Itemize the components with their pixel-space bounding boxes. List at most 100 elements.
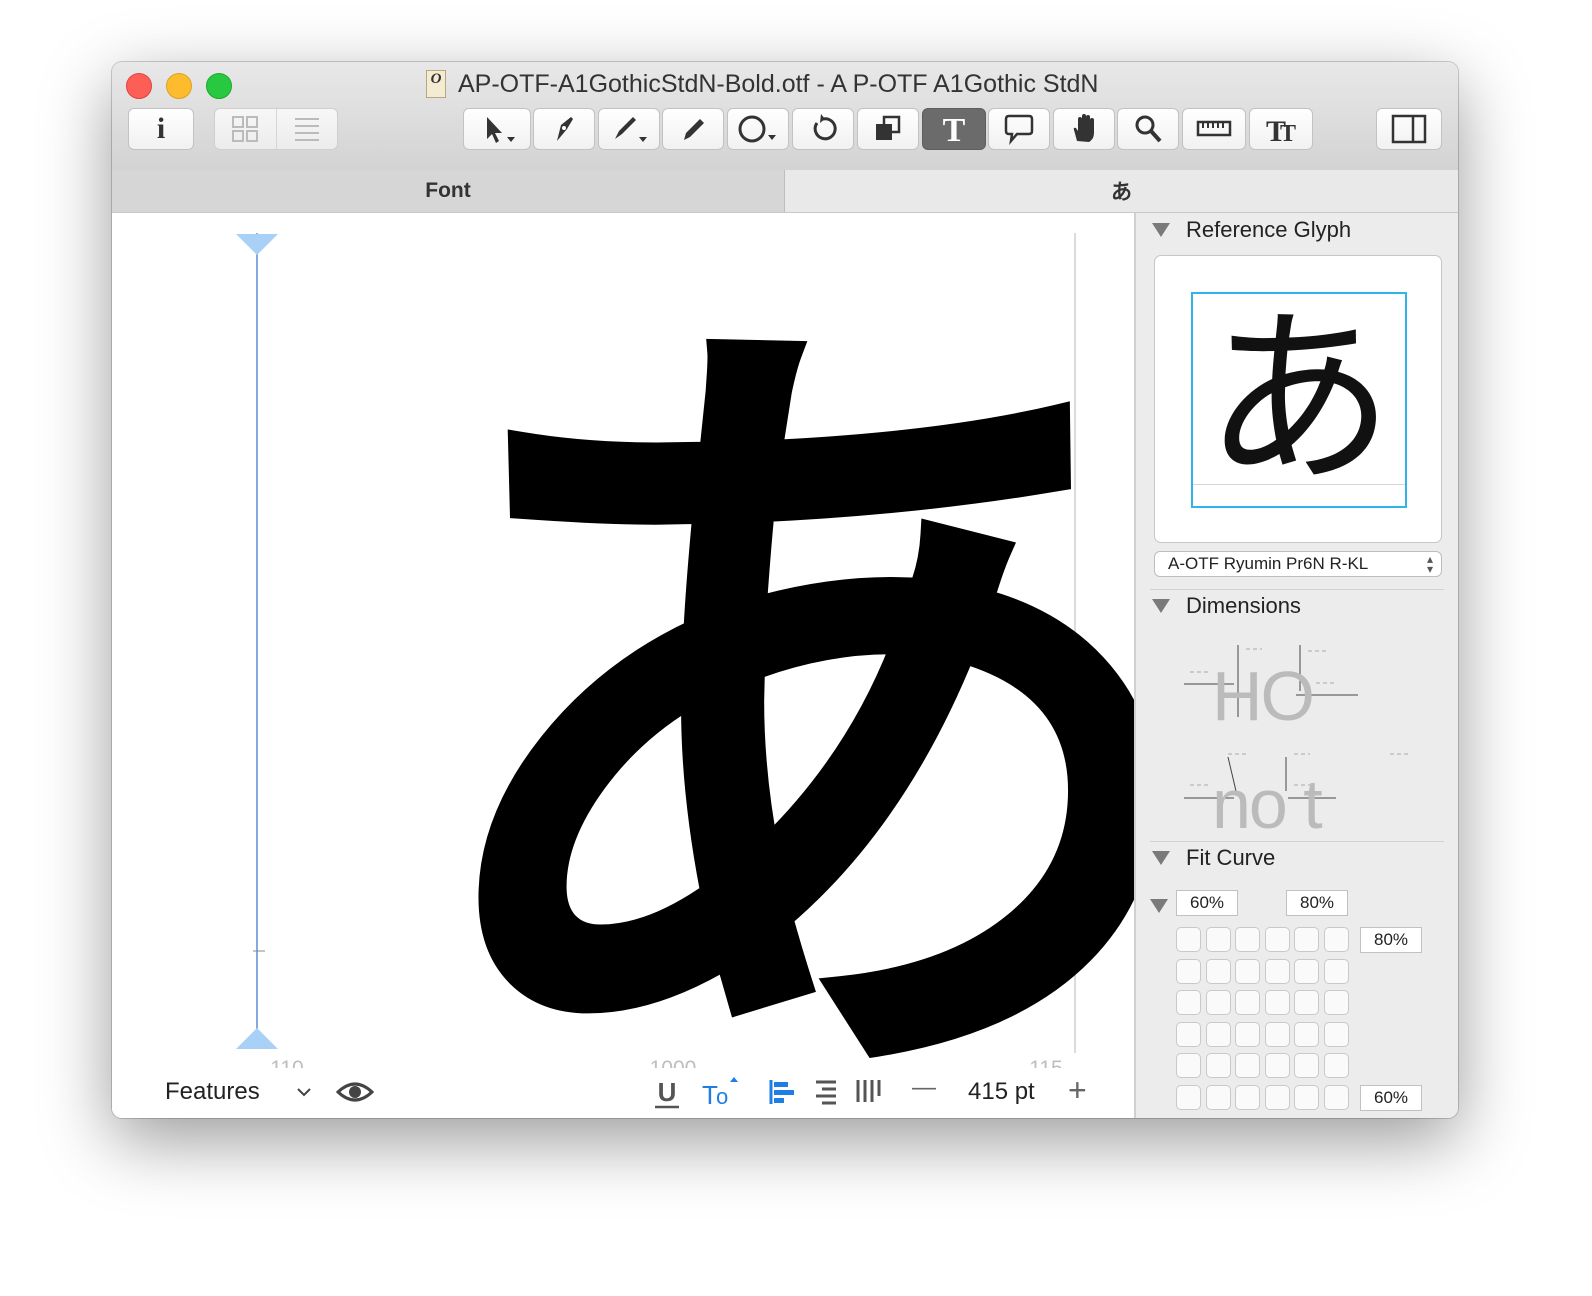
fit-curve-cell[interactable] [1323, 990, 1349, 1015]
fit-curve-cell[interactable] [1264, 990, 1290, 1015]
hand-tool-button[interactable] [1053, 108, 1115, 150]
fit-curve-cell[interactable] [1264, 1021, 1290, 1047]
fit-curve-cell[interactable] [1323, 958, 1349, 984]
fit-curve-right-top[interactable]: 80% [1360, 927, 1422, 953]
fit-curve-cell[interactable] [1264, 1053, 1290, 1078]
pen-tool-button[interactable] [533, 108, 595, 150]
reference-glyph-header[interactable]: Reference Glyph [1152, 217, 1351, 243]
text-tool-icon: T [943, 112, 966, 146]
type-size-icon: T T [1266, 115, 1296, 146]
dimensions-sample-bottom: no t [1212, 765, 1323, 843]
info-button[interactable]: i [128, 108, 194, 150]
fit-curve-cell[interactable] [1235, 1084, 1260, 1110]
fit-curve-cell[interactable] [1264, 958, 1290, 984]
pen-nib-icon [557, 117, 573, 141]
fit-curve-cell[interactable] [1323, 1084, 1349, 1110]
fit-curve-cell[interactable] [1176, 990, 1201, 1015]
glyph-outline[interactable]: あ [402, 243, 1134, 1118]
eye-icon[interactable] [336, 1078, 374, 1106]
fit-curve-cell[interactable] [1205, 1084, 1231, 1110]
ruler-tool-button[interactable] [1182, 108, 1246, 150]
fit-curve-cell[interactable] [1264, 1084, 1290, 1110]
grid-view-button[interactable] [215, 109, 276, 149]
fit-curve-cell[interactable] [1176, 1021, 1201, 1047]
fit-curve-cell[interactable] [1235, 927, 1260, 952]
fit-curve-cell[interactable] [1205, 990, 1231, 1015]
glyph-canvas[interactable]: あ 110 1000 115 Features U T o [112, 213, 1134, 1118]
top-sidebearing-handle[interactable] [236, 234, 278, 255]
dimensions-diagram[interactable]: HO no t [1176, 641, 1416, 843]
fit-curve-cell[interactable] [1235, 958, 1260, 984]
reference-glyph-title: Reference Glyph [1186, 217, 1352, 242]
disclosure-triangle-icon [1152, 851, 1170, 865]
align-right-icon[interactable] [812, 1078, 840, 1106]
grid-icon [232, 116, 259, 142]
svg-text:o: o [716, 1084, 728, 1109]
reference-font-value: A-OTF Ryumin Pr6N R-KL [1168, 554, 1369, 573]
fit-curve-cell[interactable] [1235, 1053, 1260, 1078]
close-window-button[interactable] [126, 73, 152, 99]
fit-curve-cell[interactable] [1294, 1053, 1319, 1078]
view-mode-segmented[interactable] [214, 108, 338, 150]
reference-glyph-bounds: あ [1191, 292, 1407, 508]
fit-curve-cell[interactable] [1205, 1053, 1231, 1078]
zoom-window-button[interactable] [206, 73, 232, 99]
rotate-icon [813, 114, 837, 141]
updown-chevron-icon: ▴ ▾ [1426, 552, 1433, 576]
reference-font-select[interactable]: A-OTF Ryumin Pr6N R-KL ▴ ▾ [1154, 551, 1442, 577]
vertical-text-icon[interactable] [854, 1078, 882, 1106]
transform-icon [876, 115, 901, 140]
ellipse-tool-button[interactable] [727, 108, 789, 150]
features-label[interactable]: Features [165, 1078, 260, 1106]
info-icon: i [156, 112, 166, 145]
svg-text:T: T [1280, 121, 1296, 146]
fit-curve-cell[interactable] [1323, 927, 1349, 952]
zoom-tool-button[interactable] [1117, 108, 1179, 150]
size-value[interactable]: 415 pt [968, 1078, 1035, 1106]
fit-curve-cell[interactable] [1323, 1021, 1349, 1047]
fit-curve-cell[interactable] [1235, 1021, 1260, 1047]
bottom-sidebearing-handle[interactable] [236, 1028, 278, 1049]
fit-curve-cell[interactable] [1264, 927, 1290, 952]
glyph-shape: あ [402, 243, 1134, 1118]
fit-curve-cell[interactable] [1323, 1053, 1349, 1078]
minimize-window-button[interactable] [166, 73, 192, 99]
select-tool-button[interactable] [463, 108, 531, 150]
callout-tool-button[interactable] [988, 108, 1050, 150]
fit-curve-expand-icon[interactable] [1150, 899, 1168, 913]
fit-curve-top-right[interactable]: 80% [1286, 890, 1348, 916]
fit-curve-cell[interactable] [1205, 958, 1231, 984]
fit-curve-cell[interactable] [1176, 958, 1201, 984]
fit-curve-cell[interactable] [1176, 1084, 1201, 1110]
fit-curve-top-left[interactable]: 60% [1176, 890, 1238, 916]
fit-curve-header[interactable]: Fit Curve [1152, 845, 1275, 871]
list-view-button[interactable] [275, 109, 338, 149]
fit-curve-cell[interactable] [1205, 1021, 1231, 1047]
text-tool-button[interactable]: T [922, 108, 986, 150]
brush-tool-button[interactable] [598, 108, 660, 150]
dimensions-header[interactable]: Dimensions [1152, 593, 1301, 619]
transform-tool-button[interactable] [857, 108, 919, 150]
text-orientation-icon[interactable]: T o [700, 1076, 742, 1110]
fit-curve-cell[interactable] [1205, 927, 1231, 952]
tab-glyph[interactable]: あ [785, 170, 1458, 212]
fit-curve-cell[interactable] [1294, 927, 1319, 952]
chevron-down-icon[interactable] [296, 1086, 312, 1098]
fit-curve-cell[interactable] [1294, 958, 1319, 984]
pencil-tool-button[interactable] [662, 108, 724, 150]
fit-curve-cell[interactable] [1176, 927, 1201, 952]
sidebar-toggle-button[interactable] [1376, 108, 1442, 150]
fit-curve-cell[interactable] [1294, 990, 1319, 1015]
fit-curve-cell[interactable] [1235, 990, 1260, 1015]
underline-icon[interactable]: U [652, 1076, 682, 1110]
fit-curve-cell[interactable] [1294, 1021, 1319, 1047]
size-decrease-button[interactable]: — [912, 1074, 936, 1102]
size-increase-button[interactable]: + [1068, 1072, 1087, 1109]
type-size-tool-button[interactable]: T T [1249, 108, 1313, 150]
rotate-tool-button[interactable] [792, 108, 854, 150]
align-left-icon[interactable] [768, 1078, 796, 1106]
fit-curve-cell[interactable] [1294, 1084, 1319, 1110]
tab-font[interactable]: Font [112, 170, 785, 212]
fit-curve-cell[interactable] [1176, 1053, 1201, 1078]
fit-curve-right-bottom[interactable]: 60% [1360, 1085, 1422, 1111]
